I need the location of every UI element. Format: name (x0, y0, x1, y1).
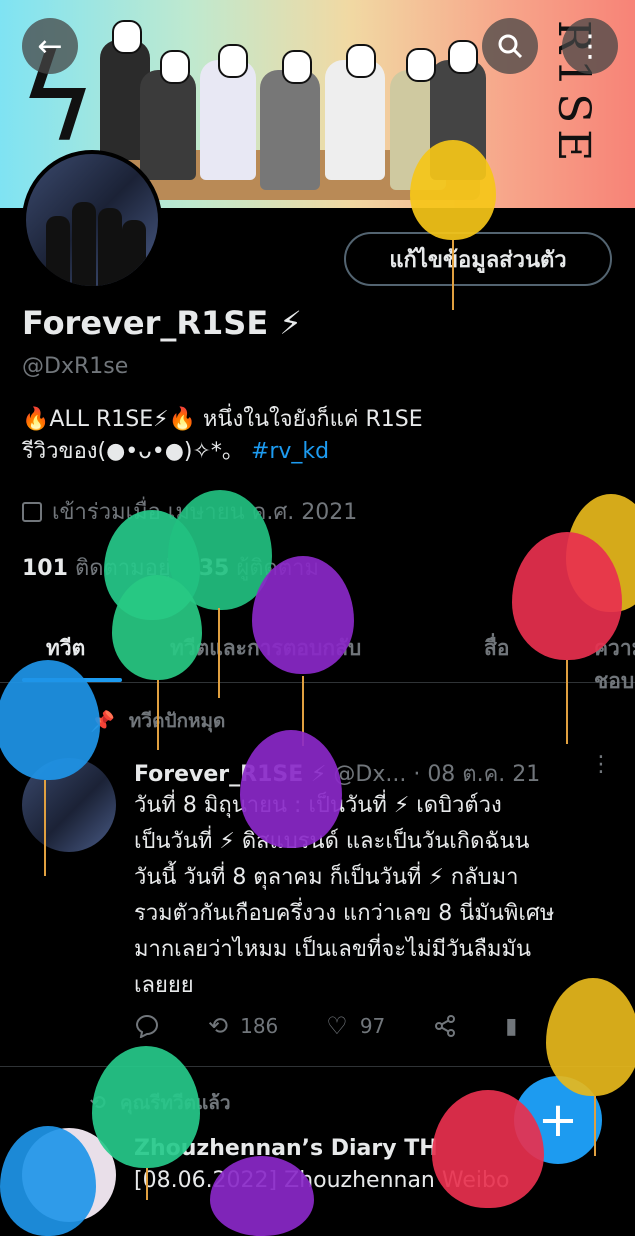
hashtag-link[interactable]: #rv_kd (251, 439, 329, 464)
balloon (546, 978, 635, 1096)
banner-face (448, 40, 478, 74)
search-button[interactable] (482, 18, 538, 74)
edit-profile-button[interactable]: แก้ไขข้อมูลส่วนตัว (344, 232, 612, 286)
avatar-figure (122, 220, 146, 286)
banner-face (112, 20, 142, 54)
reply-icon (135, 1015, 158, 1038)
pinned-text: ทวีตปักหมุด (128, 710, 226, 732)
balloon-string (146, 1168, 148, 1200)
balloon (240, 730, 342, 848)
search-icon (498, 34, 523, 59)
following-count: 101 (22, 556, 68, 581)
balloon-string (44, 780, 46, 876)
balloon (512, 532, 622, 660)
like-count: 97 (359, 1014, 386, 1038)
banner-face (346, 44, 376, 78)
balloon (0, 1126, 96, 1236)
banner-face (406, 48, 436, 82)
balloon (112, 575, 202, 680)
more-vertical-icon: ⋮ (575, 28, 605, 64)
plus-icon: + (537, 1092, 579, 1148)
share-icon (435, 1015, 456, 1037)
bio-line: รีวิวของ(●•ᴗ•●)✧*。 (22, 439, 244, 464)
bio-line: 🔥ALL R1SE⚡🔥 หนึ่งในใจยังก็แค่ R1SE (22, 407, 423, 432)
balloon-string (566, 660, 568, 744)
reply-button[interactable] (134, 1014, 160, 1038)
avatar-figure (72, 202, 96, 286)
arrow-left-icon: ← (37, 28, 63, 64)
banner-member (140, 70, 196, 180)
more-button[interactable]: ⋮ (562, 18, 618, 74)
retweet-count: 186 (240, 1014, 279, 1038)
user-handle: @DxR1se (22, 354, 129, 379)
display-name: Forever_R1SE ⚡ (22, 304, 302, 342)
tweet-line: เป็นวันที่ ⚡ ดิสแบรนด์ และเป็นวันเกิดฉัน… (134, 829, 530, 854)
balloon-string (452, 240, 454, 310)
balloon-string (594, 1096, 596, 1156)
retweet-button[interactable]: ⟲ 186 (208, 1012, 278, 1040)
tweet-date[interactable]: · 08 ต.ค. 21 (413, 762, 540, 787)
balloon (410, 140, 496, 240)
banner-member (325, 60, 385, 180)
tweet-line: เลยยย (134, 973, 194, 998)
profile-avatar[interactable] (22, 150, 162, 290)
analytics-icon: ▮ (505, 1013, 518, 1039)
avatar-figure (98, 208, 122, 286)
balloon (252, 556, 354, 674)
banner-member (200, 60, 256, 180)
avatar-figure (46, 216, 70, 286)
share-button[interactable] (433, 1014, 457, 1038)
tab-media[interactable]: สื่อ (484, 632, 509, 665)
banner-member (260, 70, 320, 190)
heart-icon: ♡ (326, 1012, 348, 1040)
balloon (92, 1046, 200, 1168)
tweet-line: รวมตัวกันเกือบครึ่งวง แกว่าเลข 8 นี่มันพ… (134, 901, 555, 926)
balloon (210, 1156, 314, 1236)
balloon (432, 1090, 544, 1208)
retweet-icon: ⟲ (208, 1012, 229, 1040)
banner-face (282, 50, 312, 84)
bio: 🔥ALL R1SE⚡🔥 หนึ่งในใจยังก็แค่ R1SE รีวิว… (22, 404, 612, 468)
tweet-line: วันที่ 8 มิถุนายน : เป็นวันที่ ⚡ เดบิวต์… (134, 793, 502, 818)
banner-face (218, 44, 248, 78)
balloon-string (218, 608, 220, 698)
back-button[interactable]: ← (22, 18, 78, 74)
tweet-handle: @Dx... (333, 762, 407, 787)
analytics-button[interactable]: ▮ (505, 1014, 517, 1039)
tweet-line: วันนี้ วันที่ 8 ตุลาคม ก็เป็นวันที่ ⚡ กล… (134, 865, 519, 890)
banner-face (160, 50, 190, 84)
calendar-icon (22, 501, 42, 522)
tweet-actions: ⟲ 186 ♡ 97 ▮ (134, 1012, 604, 1040)
tweet-more-icon[interactable]: ⋮ (590, 752, 612, 777)
tweet-divider (0, 1066, 635, 1067)
tweet-line: มากเลยว่าไหมม เป็นเลขที่จะไม่มีวันลืมมัน (134, 937, 532, 962)
tweet-text: วันที่ 8 มิถุนายน : เป็นวันที่ ⚡ เดบิวต์… (134, 788, 614, 1004)
balloon-string (157, 680, 159, 750)
like-button[interactable]: ♡ 97 (326, 1012, 385, 1040)
